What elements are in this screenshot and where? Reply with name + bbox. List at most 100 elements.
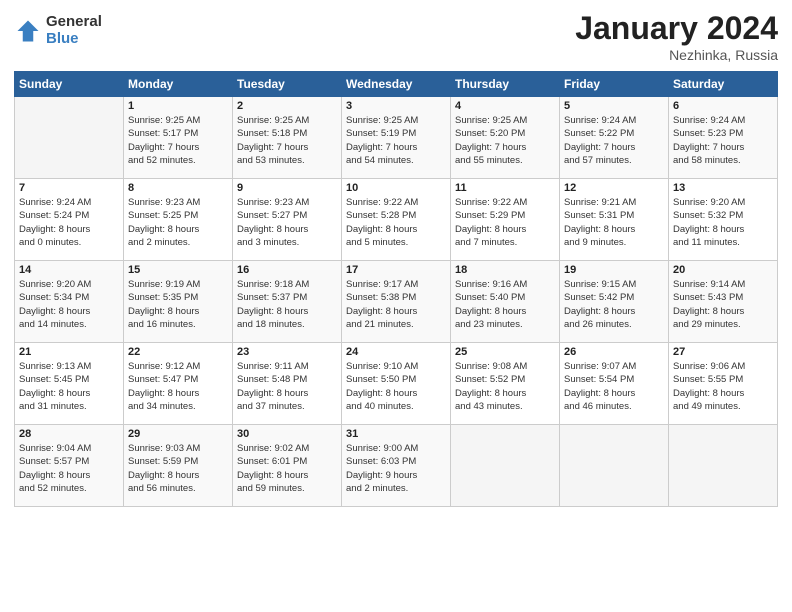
cell-w5-d2: 29Sunrise: 9:03 AMSunset: 5:59 PMDayligh… xyxy=(124,425,233,507)
day-info-26: Sunrise: 9:07 AMSunset: 5:54 PMDaylight:… xyxy=(564,360,664,413)
day-number-14: 14 xyxy=(19,264,119,276)
day-info-11: Sunrise: 9:22 AMSunset: 5:29 PMDaylight:… xyxy=(455,196,555,249)
day-info-5: Sunrise: 9:24 AMSunset: 5:22 PMDaylight:… xyxy=(564,114,664,167)
day-info-25: Sunrise: 9:08 AMSunset: 5:52 PMDaylight:… xyxy=(455,360,555,413)
cell-w4-d4: 24 Sunrise: 9:10 AMSunset: 5:50 PMDayligh… xyxy=(342,343,451,425)
day-info-31: Sunrise: 9:00 AMSunset: 6:03 PMDaylight:… xyxy=(346,442,446,495)
cell-w1-d4: 3Sunrise: 9:25 AMSunset: 5:19 PMDaylight… xyxy=(342,97,451,179)
calendar: Sunday Monday Tuesday Wednesday Thursday… xyxy=(14,71,778,507)
day-number-8: 8 xyxy=(128,182,228,194)
week-row-3: 14 Sunrise: 9:20 AMSunset: 5:34 PMDayligh… xyxy=(15,261,778,343)
day-info-14: Sunrise: 9:20 AMSunset: 5:34 PMDaylight:… xyxy=(19,278,119,331)
day-info-28: Sunrise: 9:04 AMSunset: 5:57 PMDaylight:… xyxy=(19,442,119,495)
day-info-9: Sunrise: 9:23 AMSunset: 5:27 PMDaylight:… xyxy=(237,196,337,249)
title-block: January 2024 Nezhinka, Russia xyxy=(575,10,778,63)
day-number-10: 10 xyxy=(346,182,446,194)
cell-w1-d3: 2 Sunrise: 9:25 AMSunset: 5:18 PMDaylight… xyxy=(233,97,342,179)
week-row-1: 1 Sunrise: 9:25 AMSunset: 5:17 PMDaylight… xyxy=(15,97,778,179)
logo-general-text: General xyxy=(46,14,102,31)
day-number-31: 31 xyxy=(346,428,446,440)
day-info-4: Sunrise: 9:25 AMSunset: 5:20 PMDaylight:… xyxy=(455,114,555,167)
cell-w2-d6: 12 Sunrise: 9:21 AMSunset: 5:31 PMDayligh… xyxy=(560,179,669,261)
cell-w1-d7: 6Sunrise: 9:24 AMSunset: 5:23 PMDaylight… xyxy=(669,97,778,179)
day-number-17: 17 xyxy=(346,264,446,276)
day-info-17: Sunrise: 9:17 AMSunset: 5:38 PMDaylight:… xyxy=(346,278,446,331)
calendar-body: 1 Sunrise: 9:25 AMSunset: 5:17 PMDaylight… xyxy=(15,97,778,507)
day-info-6: Sunrise: 9:24 AMSunset: 5:23 PMDaylight:… xyxy=(673,114,773,167)
day-number-16: 16 xyxy=(237,264,337,276)
day-info-30: Sunrise: 9:02 AMSunset: 6:01 PMDaylight:… xyxy=(237,442,337,495)
subtitle: Nezhinka, Russia xyxy=(575,47,778,63)
week-row-5: 28 Sunrise: 9:04 AMSunset: 5:57 PMDayligh… xyxy=(15,425,778,507)
day-number-2: 2 xyxy=(237,100,337,112)
cell-w3-d4: 17 Sunrise: 9:17 AMSunset: 5:38 PMDayligh… xyxy=(342,261,451,343)
cell-w3-d6: 19 Sunrise: 9:15 AMSunset: 5:42 PMDayligh… xyxy=(560,261,669,343)
cell-w2-d4: 10 Sunrise: 9:22 AMSunset: 5:28 PMDayligh… xyxy=(342,179,451,261)
day-info-1: Sunrise: 9:25 AMSunset: 5:17 PMDaylight:… xyxy=(128,114,228,167)
day-number-12: 12 xyxy=(564,182,664,194)
cell-w1-d5: 4 Sunrise: 9:25 AMSunset: 5:20 PMDaylight… xyxy=(451,97,560,179)
header-row: Sunday Monday Tuesday Wednesday Thursday… xyxy=(15,72,778,97)
col-wednesday: Wednesday xyxy=(342,72,451,97)
cell-w3-d1: 14 Sunrise: 9:20 AMSunset: 5:34 PMDayligh… xyxy=(15,261,124,343)
day-number-4: 4 xyxy=(455,100,555,112)
cell-w1-d2: 1 Sunrise: 9:25 AMSunset: 5:17 PMDaylight… xyxy=(124,97,233,179)
cell-w4-d7: 27 Sunrise: 9:06 AMSunset: 5:55 PMDayligh… xyxy=(669,343,778,425)
day-info-12: Sunrise: 9:21 AMSunset: 5:31 PMDaylight:… xyxy=(564,196,664,249)
day-number-19: 19 xyxy=(564,264,664,276)
day-info-16: Sunrise: 9:18 AMSunset: 5:37 PMDaylight:… xyxy=(237,278,337,331)
cell-w4-d3: 23 Sunrise: 9:11 AMSunset: 5:48 PMDayligh… xyxy=(233,343,342,425)
day-number-23: 23 xyxy=(237,346,337,358)
cell-w5-d7 xyxy=(669,425,778,507)
col-saturday: Saturday xyxy=(669,72,778,97)
day-number-18: 18 xyxy=(455,264,555,276)
day-number-15: 15 xyxy=(128,264,228,276)
day-info-21: Sunrise: 9:13 AMSunset: 5:45 PMDaylight:… xyxy=(19,360,119,413)
day-number-26: 26 xyxy=(564,346,664,358)
day-info-2: Sunrise: 9:25 AMSunset: 5:18 PMDaylight:… xyxy=(237,114,337,167)
day-number-7: 7 xyxy=(19,182,119,194)
cell-w2-d3: 9 Sunrise: 9:23 AMSunset: 5:27 PMDaylight… xyxy=(233,179,342,261)
cell-w1-d1 xyxy=(15,97,124,179)
cell-w5-d5 xyxy=(451,425,560,507)
page: General Blue January 2024 Nezhinka, Russ… xyxy=(0,0,792,612)
col-monday: Monday xyxy=(124,72,233,97)
day-info-20: Sunrise: 9:14 AMSunset: 5:43 PMDaylight:… xyxy=(673,278,773,331)
cell-w3-d2: 15Sunrise: 9:19 AMSunset: 5:35 PMDayligh… xyxy=(124,261,233,343)
day-info-27: Sunrise: 9:06 AMSunset: 5:55 PMDaylight:… xyxy=(673,360,773,413)
cell-w5-d4: 31 Sunrise: 9:00 AMSunset: 6:03 PMDayligh… xyxy=(342,425,451,507)
cell-w2-d7: 13Sunrise: 9:20 AMSunset: 5:32 PMDayligh… xyxy=(669,179,778,261)
day-number-21: 21 xyxy=(19,346,119,358)
cell-w3-d7: 20Sunrise: 9:14 AMSunset: 5:43 PMDayligh… xyxy=(669,261,778,343)
cell-w5-d3: 30Sunrise: 9:02 AMSunset: 6:01 PMDayligh… xyxy=(233,425,342,507)
day-number-3: 3 xyxy=(346,100,446,112)
day-info-18: Sunrise: 9:16 AMSunset: 5:40 PMDaylight:… xyxy=(455,278,555,331)
col-tuesday: Tuesday xyxy=(233,72,342,97)
logo-icon xyxy=(14,17,42,45)
main-title: January 2024 xyxy=(575,10,778,47)
header: General Blue January 2024 Nezhinka, Russ… xyxy=(14,10,778,63)
day-number-28: 28 xyxy=(19,428,119,440)
day-info-13: Sunrise: 9:20 AMSunset: 5:32 PMDaylight:… xyxy=(673,196,773,249)
week-row-2: 7Sunrise: 9:24 AMSunset: 5:24 PMDaylight… xyxy=(15,179,778,261)
day-number-5: 5 xyxy=(564,100,664,112)
day-info-23: Sunrise: 9:11 AMSunset: 5:48 PMDaylight:… xyxy=(237,360,337,413)
cell-w4-d6: 26 Sunrise: 9:07 AMSunset: 5:54 PMDayligh… xyxy=(560,343,669,425)
day-number-9: 9 xyxy=(237,182,337,194)
cell-w1-d6: 5 Sunrise: 9:24 AMSunset: 5:22 PMDaylight… xyxy=(560,97,669,179)
cell-w4-d5: 25Sunrise: 9:08 AMSunset: 5:52 PMDayligh… xyxy=(451,343,560,425)
logo-blue-text: Blue xyxy=(46,31,102,48)
col-friday: Friday xyxy=(560,72,669,97)
day-info-8: Sunrise: 9:23 AMSunset: 5:25 PMDaylight:… xyxy=(128,196,228,249)
day-number-27: 27 xyxy=(673,346,773,358)
logo: General Blue xyxy=(14,14,102,47)
day-number-24: 24 xyxy=(346,346,446,358)
day-info-19: Sunrise: 9:15 AMSunset: 5:42 PMDaylight:… xyxy=(564,278,664,331)
cell-w3-d3: 16 Sunrise: 9:18 AMSunset: 5:37 PMDayligh… xyxy=(233,261,342,343)
day-number-1: 1 xyxy=(128,100,228,112)
day-info-10: Sunrise: 9:22 AMSunset: 5:28 PMDaylight:… xyxy=(346,196,446,249)
calendar-header: Sunday Monday Tuesday Wednesday Thursday… xyxy=(15,72,778,97)
day-info-24: Sunrise: 9:10 AMSunset: 5:50 PMDaylight:… xyxy=(346,360,446,413)
day-number-22: 22 xyxy=(128,346,228,358)
day-info-29: Sunrise: 9:03 AMSunset: 5:59 PMDaylight:… xyxy=(128,442,228,495)
